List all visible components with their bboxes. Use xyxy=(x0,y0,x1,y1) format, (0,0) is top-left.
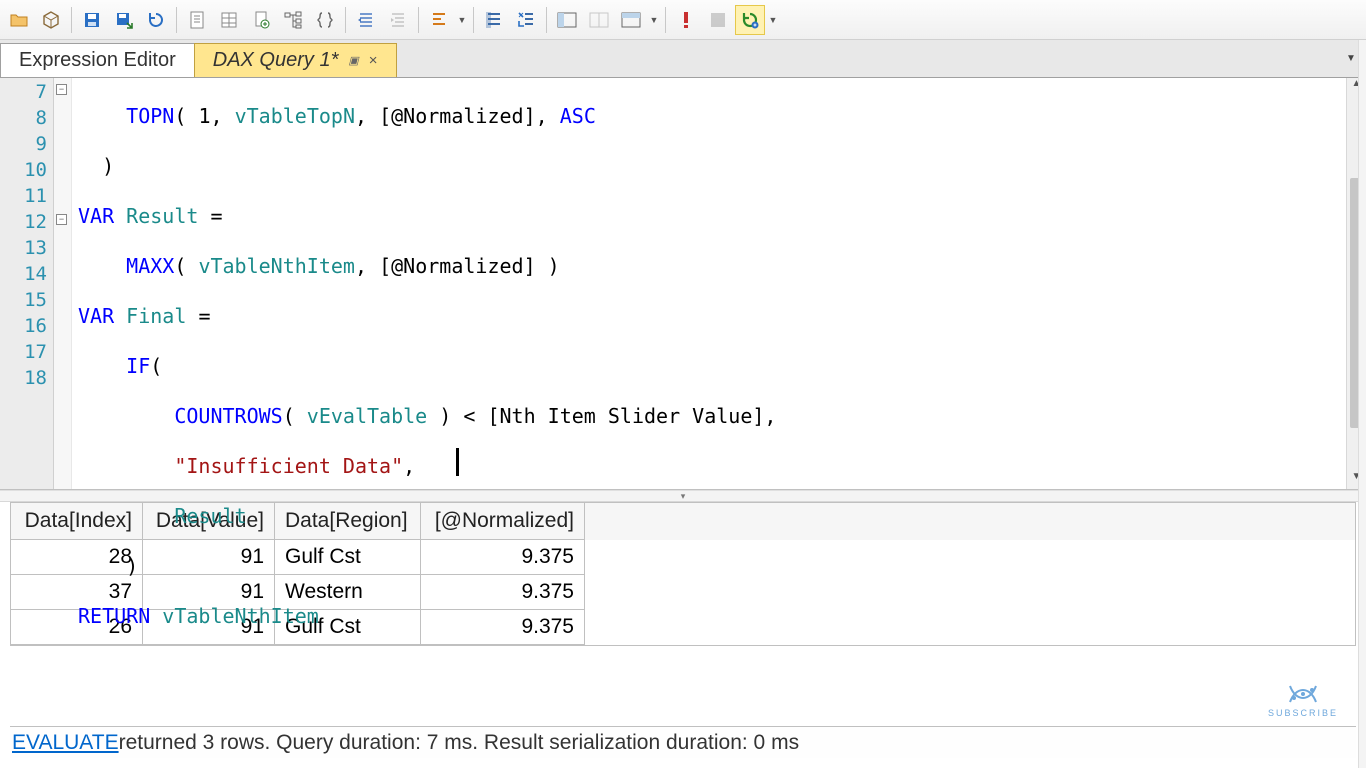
close-icon[interactable]: × xyxy=(369,52,378,69)
cube-button[interactable] xyxy=(36,5,66,35)
toolbar: ▼ ▼ ▼ xyxy=(0,0,1366,40)
tab-label: Expression Editor xyxy=(19,49,176,72)
indent-button[interactable] xyxy=(351,5,381,35)
table-doc-button[interactable] xyxy=(214,5,244,35)
fold-toggle[interactable]: − xyxy=(56,214,67,225)
line-gutter: 7 8 9 10 11 12 13 14 15 16 17 18 xyxy=(0,78,54,489)
format-button[interactable] xyxy=(424,5,454,35)
pin-icon[interactable]: ▣ xyxy=(348,54,358,67)
status-bar: EVALUATE returned 3 rows. Query duration… xyxy=(10,726,1356,758)
fold-toggle[interactable]: − xyxy=(56,84,67,95)
status-message: returned 3 rows. Query duration: 7 ms. R… xyxy=(119,731,799,755)
refresh-button[interactable] xyxy=(141,5,171,35)
uncomment-button[interactable] xyxy=(511,5,541,35)
panel2-button[interactable] xyxy=(584,5,614,35)
subscribe-watermark: SUBSCRIBE xyxy=(1268,682,1338,718)
evaluate-link[interactable]: EVALUATE xyxy=(12,731,119,755)
stop-button[interactable] xyxy=(703,5,733,35)
tab-expression-editor[interactable]: Expression Editor xyxy=(0,43,195,77)
format-dropdown[interactable]: ▼ xyxy=(456,15,468,25)
open-folder-button[interactable] xyxy=(4,5,34,35)
fold-column: − − xyxy=(54,78,72,489)
tab-dax-query-1[interactable]: DAX Query 1* ▣ × xyxy=(194,43,397,77)
comment-button[interactable] xyxy=(479,5,509,35)
save-as-button[interactable] xyxy=(109,5,139,35)
panel-dropdown[interactable]: ▼ xyxy=(648,15,660,25)
curly-button[interactable] xyxy=(310,5,340,35)
code-editor[interactable]: 7 8 9 10 11 12 13 14 15 16 17 18 − − TOP… xyxy=(0,78,1366,490)
right-docking-strip xyxy=(1358,40,1366,768)
tree-button[interactable] xyxy=(278,5,308,35)
tab-label: DAX Query 1* xyxy=(213,49,339,72)
text-cursor xyxy=(456,448,459,476)
run-dropdown[interactable]: ▼ xyxy=(767,15,779,25)
run-button[interactable] xyxy=(735,5,765,35)
tab-bar: Expression Editor DAX Query 1* ▣ × ▼ xyxy=(0,40,1366,78)
panel3-button[interactable] xyxy=(616,5,646,35)
doc-button[interactable] xyxy=(182,5,212,35)
code-area[interactable]: TOPN( 1, vTableTopN, [@Normalized], ASC … xyxy=(72,78,1346,489)
panel1-button[interactable] xyxy=(552,5,582,35)
save-button[interactable] xyxy=(77,5,107,35)
page-add-button[interactable] xyxy=(246,5,276,35)
outdent-button[interactable] xyxy=(383,5,413,35)
warning-button[interactable] xyxy=(671,5,701,35)
